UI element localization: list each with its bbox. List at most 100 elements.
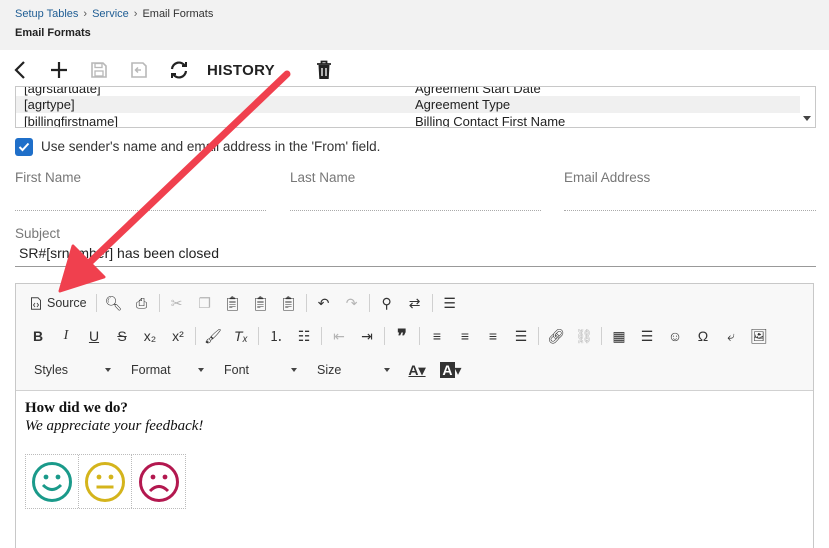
special-char-button[interactable]: Ω [689, 324, 717, 348]
toolbar-separator [419, 327, 420, 345]
bold-button[interactable]: B [24, 324, 52, 348]
table-button[interactable]: ▦ [605, 324, 633, 348]
feedback-faces [25, 454, 186, 509]
align-right-icon: ≡ [488, 328, 498, 344]
merge-field-key: [agrtype] [24, 97, 75, 112]
subject-label: Subject [15, 226, 61, 241]
page-break-button[interactable]: ⤶ [717, 324, 745, 348]
find-button[interactable]: ⚲ [373, 291, 401, 315]
breadcrumb-service[interactable]: Service [92, 8, 129, 20]
history-button[interactable]: HISTORY [207, 58, 275, 82]
bold-icon: B [32, 328, 44, 344]
underline-button[interactable]: U [80, 324, 108, 348]
copy-format-button[interactable]: 🖌︎ [199, 324, 227, 348]
font-dropdown[interactable]: Font [214, 358, 303, 382]
source-button[interactable]: Source [24, 291, 93, 315]
subscript-button[interactable]: x₂ [136, 324, 164, 348]
first-name-input[interactable] [15, 210, 266, 211]
styles-dropdown[interactable]: Styles [24, 358, 117, 382]
page-title: Email Formats [15, 27, 91, 39]
outdent-button[interactable]: ⇤ [325, 324, 353, 348]
paintbrush-icon: 🖌︎ [204, 327, 222, 344]
strike-button[interactable]: S [108, 324, 136, 348]
size-dropdown[interactable]: Size [307, 358, 396, 382]
paste-button[interactable]: 📋︎ [219, 291, 247, 315]
toolbar-separator [538, 327, 539, 345]
blockquote-button[interactable]: ❞ [388, 324, 416, 348]
remove-format-icon: Tₓ [234, 328, 248, 344]
subject-input[interactable]: SR#[srnumber] has been closed [19, 245, 219, 261]
merge-field-key: [billingfirstname] [24, 114, 118, 128]
text-color-icon: A▾ [408, 361, 426, 378]
strikethrough-icon: S [117, 328, 127, 344]
bulleted-list-icon: ☷ [297, 327, 311, 344]
save-close-icon [131, 62, 147, 78]
background-color-icon: A [440, 362, 455, 378]
omega-icon: Ω [697, 328, 709, 344]
font-label: Font [224, 363, 250, 377]
paste-word-button[interactable]: 📋︎ [275, 291, 303, 315]
undo-icon: ↶ [317, 294, 330, 311]
horizontal-line-button[interactable]: ☰ [633, 324, 661, 348]
preview-button[interactable]: 🔍︎ [100, 291, 128, 315]
cut-button[interactable]: ✂ [163, 291, 191, 315]
copy-button[interactable]: ❐ [191, 291, 219, 315]
first-name-label: First Name [15, 170, 82, 185]
toolbar-separator [321, 327, 322, 345]
remove-format-button[interactable]: Tₓ [227, 324, 255, 348]
subscript-icon: x₂ [143, 328, 157, 344]
paste-text-button[interactable]: 📋︎ [247, 291, 275, 315]
list-item[interactable]: [billingfirstname] Billing Contact First… [16, 113, 800, 128]
image-button[interactable]: 🖼︎ [745, 324, 773, 348]
face-cell[interactable] [26, 455, 79, 508]
unlink-button[interactable]: ⛓ [570, 324, 598, 348]
save-and-close-button[interactable] [128, 58, 150, 82]
numbered-list-button[interactable]: ⒈ [262, 324, 290, 348]
back-button[interactable] [10, 58, 30, 82]
toolbar-separator [431, 294, 433, 312]
text-color-button[interactable]: A▾ [400, 358, 434, 382]
italic-button[interactable]: I [52, 324, 80, 348]
scroll-down-icon[interactable] [803, 116, 811, 121]
email-address-input[interactable] [564, 210, 816, 211]
superscript-button[interactable]: x² [164, 324, 192, 348]
list-item[interactable]: [agrtype] Agreement Type [16, 96, 800, 113]
merge-field-key: [agrstartdate] [24, 86, 101, 96]
refresh-button[interactable] [167, 58, 191, 82]
justify-button[interactable]: ☰ [507, 324, 535, 348]
last-name-input[interactable] [290, 210, 541, 211]
paste-word-icon: 📋︎ [279, 294, 298, 311]
add-button[interactable] [48, 58, 70, 82]
format-dropdown[interactable]: Format [121, 358, 210, 382]
delete-button[interactable] [313, 58, 335, 82]
redo-button[interactable]: ↷ [338, 291, 366, 315]
use-sender-label: Use sender's name and email address in t… [41, 139, 381, 154]
undo-button[interactable]: ↶ [310, 291, 338, 315]
align-right-button[interactable]: ≡ [479, 324, 507, 348]
face-cell[interactable] [132, 455, 185, 508]
numbered-list-icon: ⒈ [269, 328, 283, 344]
editor-content[interactable]: How did we do? We appreciate your feedba… [16, 392, 813, 509]
align-left-button[interactable]: ≡ [423, 324, 451, 348]
smiley-button[interactable]: ☺ [661, 324, 689, 348]
link-icon: 🔗︎ [547, 327, 565, 344]
merge-field-list[interactable]: [agrstartdate] Agreement Start Date [agr… [15, 86, 816, 128]
indent-button[interactable]: ⇥ [353, 324, 381, 348]
print-button[interactable]: ⎙ [128, 291, 156, 315]
spellcheck-button[interactable]: ☰ [436, 291, 464, 315]
toolbar-separator [601, 327, 602, 345]
align-center-icon: ≡ [460, 328, 470, 344]
link-button[interactable]: 🔗︎ [542, 324, 570, 348]
toolbar-row-1: Source 🔍︎ ⎙ ✂ ❐ 📋︎ 📋︎ 📋︎ ↶ ↷ ⚲ ⇄ ☰ [24, 291, 464, 315]
breadcrumb-setup-tables[interactable]: Setup Tables [15, 8, 78, 20]
use-sender-checkbox[interactable] [15, 138, 33, 156]
styles-label: Styles [34, 363, 69, 377]
background-color-button[interactable]: A ▾ [434, 358, 468, 382]
save-button[interactable] [88, 58, 110, 82]
face-cell[interactable] [79, 455, 132, 508]
replace-button[interactable]: ⇄ [401, 291, 429, 315]
bulleted-list-button[interactable]: ☷ [290, 324, 318, 348]
action-bar: HISTORY [0, 50, 829, 90]
image-icon: 🖼︎ [750, 327, 768, 344]
align-center-button[interactable]: ≡ [451, 324, 479, 348]
